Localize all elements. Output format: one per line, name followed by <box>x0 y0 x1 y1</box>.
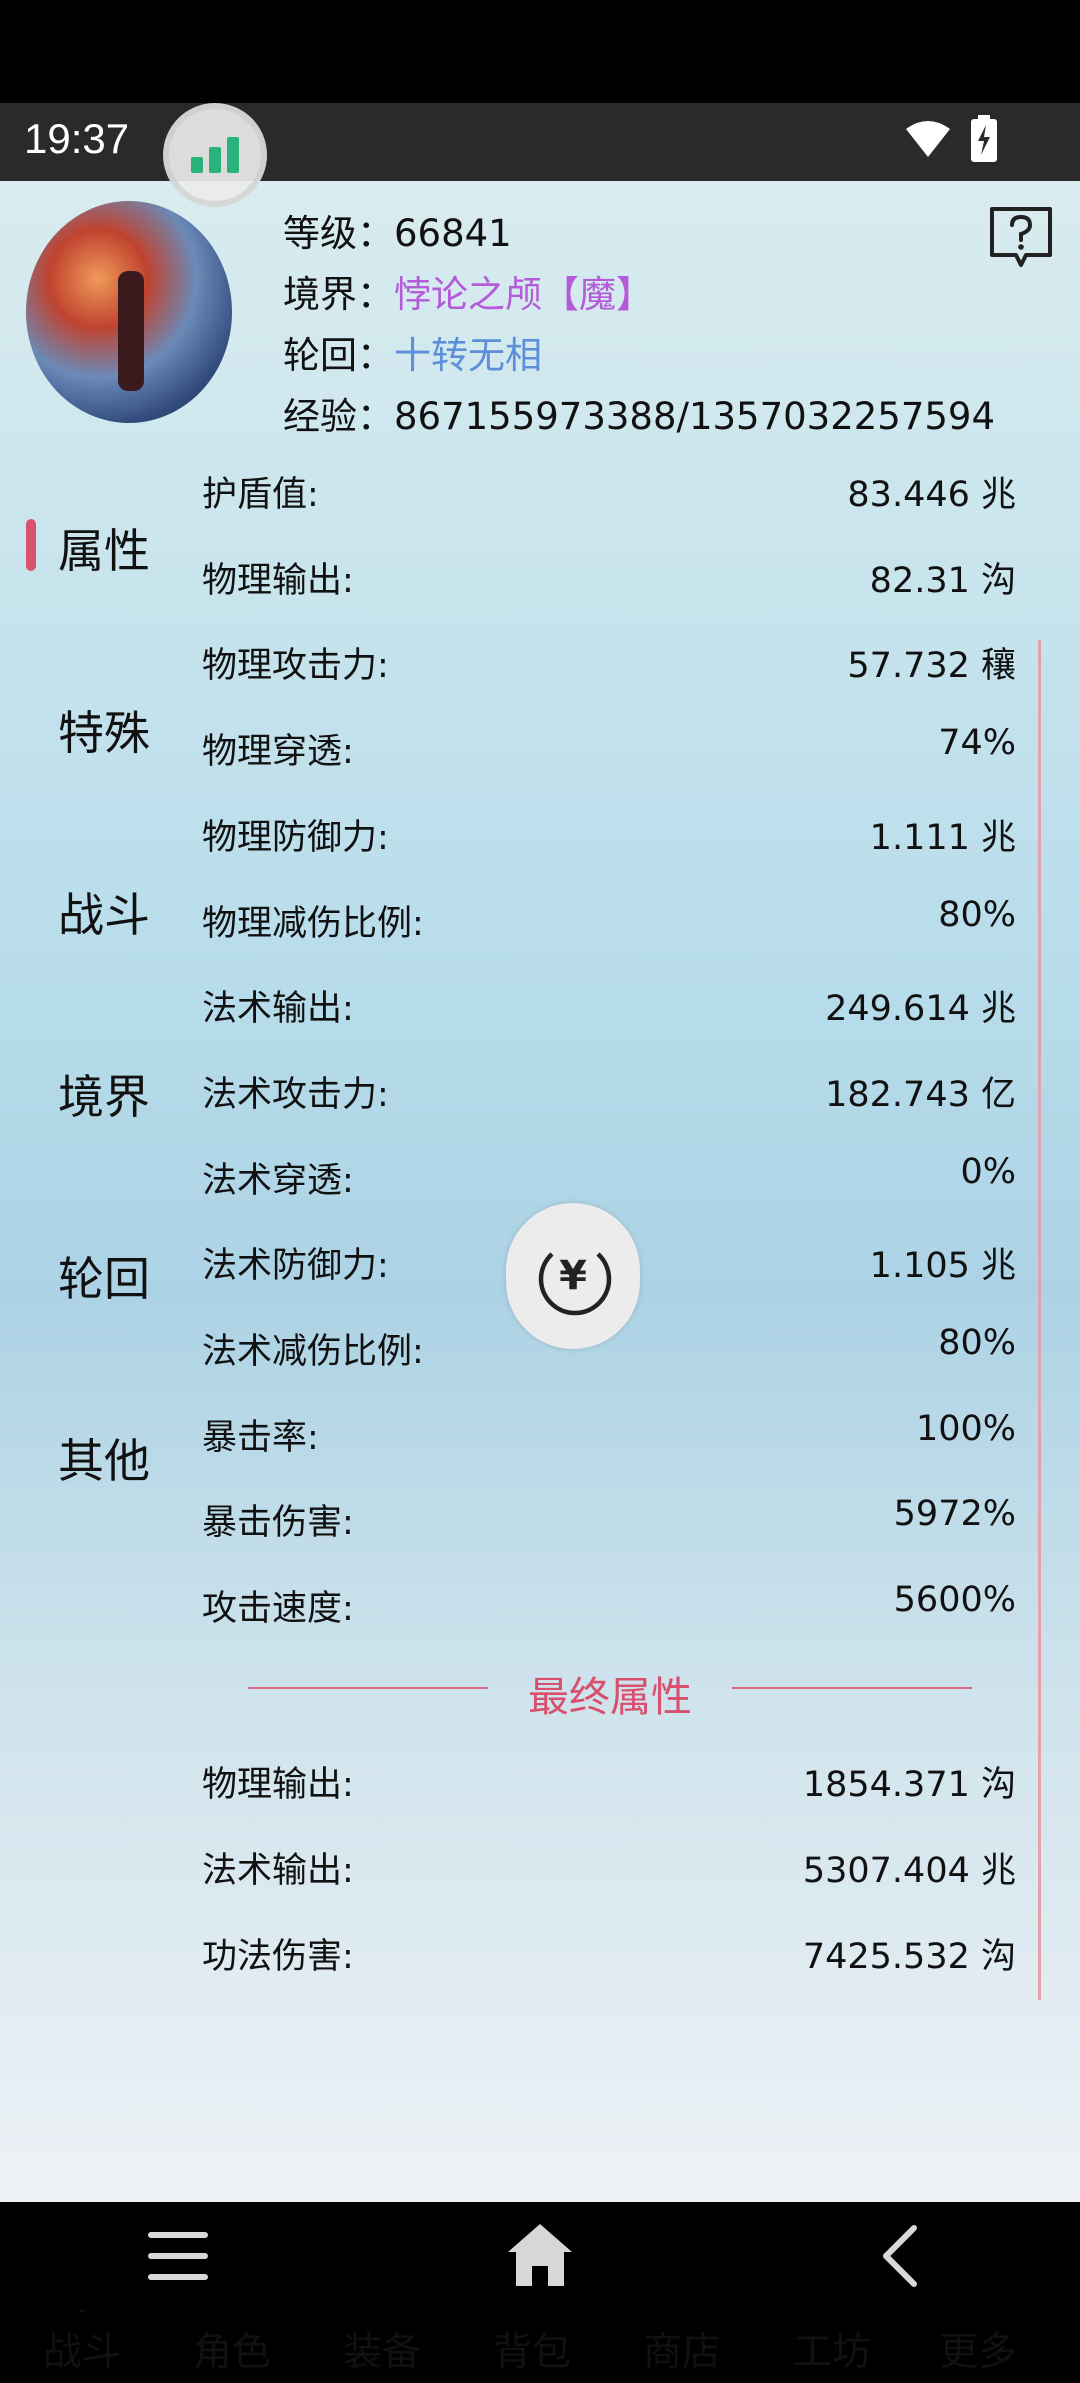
tab-4[interactable]: 轮回 <box>58 1243 150 1309</box>
final-attributes-header: 最终属性 <box>248 1663 972 1721</box>
stat-row: 暴击伤害: 5972% <box>202 1474 1016 1560</box>
final-stat-row: 法术输出: 5307.404 兆 <box>202 1822 1016 1908</box>
stat-label: 法术输出: <box>202 989 354 1030</box>
stat-row: 法术输出: 249.614 兆 <box>202 960 1016 1046</box>
stat-label: 物理穿透: <box>202 732 354 773</box>
final-stat-label: 功法伤害: <box>202 1937 354 1977</box>
stat-row: 物理减伤比例: 80% <box>202 875 1016 961</box>
stat-value: 5972% <box>893 1494 1016 1535</box>
tab-5[interactable]: 其他 <box>58 1425 150 1491</box>
stat-value: 80% <box>938 1323 1016 1363</box>
stat-value: 82.31 沟 <box>869 560 1016 601</box>
avatar[interactable] <box>26 201 232 423</box>
signal-bar-icon <box>227 137 239 173</box>
stat-value: 249.614 兆 <box>825 989 1016 1030</box>
yen-circle-icon: ¥ <box>538 1252 612 1316</box>
stat-row: 物理攻击力: 57.732 穰 <box>202 617 1016 703</box>
nav-label: 战斗 <box>42 2330 121 2375</box>
back-icon[interactable] <box>880 2224 920 2288</box>
tab-2[interactable]: 战斗 <box>58 879 150 945</box>
menu-icon[interactable] <box>146 2228 210 2284</box>
stat-label: 物理减伤比例: <box>202 903 424 944</box>
nav-label: 装备 <box>342 2330 421 2375</box>
level-label: 等级： <box>283 212 394 255</box>
stat-value: 100% <box>915 1408 1016 1449</box>
stat-row: 护盾值: 83.446 兆 <box>202 446 1016 532</box>
nav-label: 角色 <box>192 2330 271 2375</box>
battery-charging-icon <box>971 115 997 162</box>
stat-label: 物理防御力: <box>202 817 389 858</box>
main-panel: 等级：66841 境界：悖论之颅【魔】 轮回：十转无相 经验：867155973… <box>0 181 1080 2375</box>
stat-row: 物理防御力: 1.111 兆 <box>202 789 1016 875</box>
final-stat-value: 7425.532 沟 <box>802 1937 1016 1977</box>
level-value: 66841 <box>394 212 512 255</box>
stat-label: 暴击率: <box>202 1417 319 1458</box>
final-stat-row: 功法伤害: 7425.532 沟 <box>202 1908 1016 1994</box>
wifi-icon <box>906 121 950 157</box>
home-icon[interactable] <box>506 2222 574 2288</box>
stat-label: 护盾值: <box>202 475 319 515</box>
active-tab-indicator <box>26 519 36 571</box>
final-stat-value: 1854.371 沟 <box>802 1765 1016 1805</box>
nav-label: 背包 <box>492 2330 571 2375</box>
status-bar: 19:37 <box>0 103 1080 181</box>
stat-value: 80% <box>938 894 1016 935</box>
stat-value: 83.446 兆 <box>847 475 1016 515</box>
signal-bar-icon <box>209 147 221 173</box>
stat-row: 攻击速度: 5600% <box>202 1560 1016 1646</box>
stat-label: 法术防御力: <box>202 1246 389 1287</box>
nav-label: 工坊 <box>792 2330 871 2375</box>
realm-row: 境界：悖论之颅【魔】 <box>283 264 995 325</box>
exp-label: 经验： <box>283 395 394 438</box>
stat-label: 攻击速度: <box>202 1589 354 1630</box>
stat-label: 物理攻击力: <box>202 646 389 687</box>
svg-text:¥: ¥ <box>559 1253 587 1299</box>
status-time: 19:37 <box>24 115 130 162</box>
stat-value: 57.732 穰 <box>847 646 1016 687</box>
stat-value: 1.111 兆 <box>869 817 1016 858</box>
realm-label: 境界： <box>283 273 394 316</box>
top-black-bar <box>0 0 1080 103</box>
reincarnation-label: 轮回： <box>283 334 394 377</box>
signal-bubble[interactable] <box>163 103 267 207</box>
stat-value: 74% <box>938 723 1016 764</box>
stat-label: 法术穿透: <box>202 1160 354 1201</box>
nav-label: 更多 <box>938 2330 1017 2375</box>
level-row: 等级：66841 <box>283 203 995 264</box>
realm-value: 悖论之颅【魔】 <box>394 273 653 316</box>
tab-0[interactable]: 属性 <box>58 515 150 581</box>
stat-row: 物理穿透: 74% <box>202 703 1016 789</box>
stat-row: 暴击率: 100% <box>202 1389 1016 1475</box>
final-stat-row: 物理输出: 1854.371 沟 <box>202 1736 1016 1822</box>
stat-label: 暴击伤害: <box>202 1503 354 1544</box>
final-stat-value: 5307.404 兆 <box>802 1851 1016 1891</box>
stat-label: 物理输出: <box>202 560 354 601</box>
avatar-figure <box>118 271 144 391</box>
stat-row: 法术攻击力: 182.743 亿 <box>202 1046 1016 1132</box>
system-nav-bar <box>0 2202 1080 2310</box>
floating-currency-button[interactable]: ¥ <box>506 1203 640 1349</box>
stat-value: 182.743 亿 <box>825 1074 1016 1115</box>
tab-1[interactable]: 特殊 <box>58 697 150 763</box>
stat-value: 0% <box>960 1151 1016 1192</box>
final-attributes-title: 最终属性 <box>528 1673 692 1721</box>
nav-label: 商店 <box>642 2330 721 2375</box>
signal-bar-icon <box>191 157 203 173</box>
scrollbar[interactable] <box>1038 640 1041 2000</box>
final-stat-label: 物理输出: <box>202 1765 354 1805</box>
stat-value: 1.105 兆 <box>869 1246 1016 1287</box>
stat-label: 法术减伤比例: <box>202 1332 424 1372</box>
final-stat-label: 法术输出: <box>202 1851 354 1891</box>
exp-value: 867155973388/1357032257594 <box>394 395 995 438</box>
reincarnation-value: 十转无相 <box>394 334 542 377</box>
stat-row: 物理输出: 82.31 沟 <box>202 532 1016 618</box>
exp-row: 经验：867155973388/1357032257594 <box>283 386 995 447</box>
help-icon[interactable] <box>986 203 1056 273</box>
reincarnation-row: 轮回：十转无相 <box>283 325 995 386</box>
profile-info: 等级：66841 境界：悖论之颅【魔】 轮回：十转无相 经验：867155973… <box>283 203 995 447</box>
stat-value: 5600% <box>893 1580 1016 1621</box>
tab-3[interactable]: 境界 <box>58 1061 150 1127</box>
stat-label: 法术攻击力: <box>202 1074 389 1115</box>
